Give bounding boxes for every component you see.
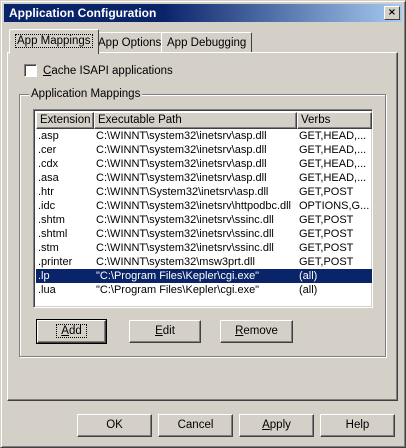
cell-executable-path: C:\WINNT\system32\inetsrv\asp.dll [96, 144, 267, 156]
add-button-label: dd [68, 325, 82, 337]
table-row[interactable]: .cer C:\WINNT\system32\inetsrv\asp.dll G… [36, 143, 372, 157]
cell-verbs: GET,POST [299, 214, 354, 226]
cell-executable-path: C:\WINNT\system32\inetsrv\ssinc.dll [96, 242, 274, 254]
cache-isapi-checkbox[interactable] [24, 64, 37, 77]
cell-extension: .idc [38, 200, 56, 212]
application-mappings-group-label: Application Mappings [29, 87, 143, 101]
cell-extension: .cdx [38, 158, 59, 170]
cell-verbs: GET,POST [299, 186, 354, 198]
tab-app-options[interactable]: App Options [92, 32, 168, 52]
tab-app-options-label: App Options [98, 37, 162, 49]
cell-executable-path: C:\WINNT\system32\inetsrv\asp.dll [96, 158, 267, 170]
tab-app-mappings-label: App Mappings [15, 34, 93, 48]
cell-extension: .htr [38, 186, 54, 198]
mappings-list-header: Extension Executable Path Verbs [36, 112, 372, 129]
table-row[interactable]: .idc C:\WINNT\system32\inetsrv\httpodbc.… [36, 199, 372, 213]
cell-executable-path: C:\WINNT\system32\inetsrv\asp.dll [96, 130, 267, 142]
cell-extension: .printer [38, 256, 73, 268]
apply-button-label: pply [269, 419, 291, 431]
cell-verbs: OPTIONS,G... [299, 200, 370, 212]
tab-app-debugging-label: App Debugging [167, 37, 247, 49]
mappings-list[interactable]: Extension Executable Path Verbs .asp C:\… [33, 109, 373, 308]
remove-button-label: emove [243, 325, 278, 337]
cancel-button[interactable]: Cancel [158, 414, 233, 437]
cell-verbs: GET,POST [299, 242, 354, 254]
cell-verbs: (all) [299, 270, 318, 282]
cell-verbs: GET,HEAD,... [299, 130, 367, 142]
cell-executable-path: C:\WINNT\system32\msw3prt.dll [96, 256, 255, 268]
window-title: Application Configuration [9, 6, 157, 20]
cell-extension: .stm [38, 242, 59, 254]
cell-executable-path: "C:\Program Files\Kepler\cgi.exe" [96, 284, 260, 296]
ok-button[interactable]: OK [77, 414, 152, 437]
cell-executable-path: C:\WINNT\system32\inetsrv\httpodbc.dll [96, 200, 292, 212]
cache-isapi-label[interactable]: Cache ISAPI applications [43, 64, 173, 78]
table-row[interactable]: .shtml C:\WINNT\system32\inetsrv\ssinc.d… [36, 227, 372, 241]
column-header-executable-path[interactable]: Executable Path [94, 112, 297, 129]
cell-verbs: GET,POST [299, 256, 354, 268]
cell-extension: .shtm [38, 214, 65, 226]
cell-extension: .lp [38, 270, 50, 282]
apply-button[interactable]: Apply [239, 414, 314, 437]
title-bar[interactable]: Application Configuration × [4, 4, 402, 22]
column-header-extension[interactable]: Extension [36, 112, 94, 129]
mappings-list-body: .asp C:\WINNT\system32\inetsrv\asp.dll G… [36, 129, 372, 297]
cell-verbs: GET,HEAD,... [299, 158, 367, 170]
cell-executable-path: "C:\Program Files\Kepler\cgi.exe" [96, 270, 260, 282]
edit-button[interactable]: Edit [129, 320, 201, 343]
cell-verbs: GET,HEAD,... [299, 172, 367, 184]
cell-extension: .asp [38, 130, 59, 142]
close-icon[interactable]: × [384, 6, 400, 20]
tab-app-debugging[interactable]: App Debugging [161, 32, 253, 52]
table-row[interactable]: .shtm C:\WINNT\system32\inetsrv\ssinc.dl… [36, 213, 372, 227]
cell-verbs: GET,POST [299, 228, 354, 240]
table-row[interactable]: .lua "C:\Program Files\Kepler\cgi.exe" (… [36, 283, 372, 297]
cell-extension: .cer [38, 144, 57, 156]
cell-verbs: GET,HEAD,... [299, 144, 367, 156]
table-row[interactable]: .asp C:\WINNT\system32\inetsrv\asp.dll G… [36, 129, 372, 143]
help-button[interactable]: Help [320, 414, 395, 437]
table-row[interactable]: .cdx C:\WINNT\system32\inetsrv\asp.dll G… [36, 157, 372, 171]
table-row[interactable]: .stm C:\WINNT\system32\inetsrv\ssinc.dll… [36, 241, 372, 255]
tab-app-mappings[interactable]: App Mappings [9, 29, 99, 54]
cell-extension: .lua [38, 284, 56, 296]
cell-verbs: (all) [299, 284, 318, 296]
table-row-selected[interactable]: .lp "C:\Program Files\Kepler\cgi.exe" (a… [36, 269, 372, 283]
add-button-accel: A [61, 325, 69, 337]
table-row[interactable]: .printer C:\WINNT\system32\msw3prt.dll G… [36, 255, 372, 269]
cell-executable-path: C:\WINNT\system32\inetsrv\asp.dll [96, 172, 267, 184]
apply-button-accel: A [262, 419, 270, 431]
edit-button-accel: E [155, 325, 163, 337]
remove-button[interactable]: Remove [220, 320, 293, 343]
cell-extension: .asa [38, 172, 59, 184]
table-row[interactable]: .asa C:\WINNT\system32\inetsrv\asp.dll G… [36, 171, 372, 185]
edit-button-label: dit [162, 325, 175, 337]
cell-executable-path: C:\WINNT\system32\inetsrv\ssinc.dll [96, 214, 274, 226]
cell-executable-path: C:\WINNT\System32\inetsrv\asp.dll [96, 186, 269, 198]
cache-isapi-label-text: ache ISAPI applications [51, 65, 173, 77]
add-button-focus: Add [56, 324, 87, 338]
add-button[interactable]: Add [36, 319, 107, 344]
cell-executable-path: C:\WINNT\system32\inetsrv\ssinc.dll [96, 228, 274, 240]
table-row[interactable]: .htr C:\WINNT\System32\inetsrv\asp.dll G… [36, 185, 372, 199]
column-header-verbs[interactable]: Verbs [297, 112, 372, 129]
cell-extension: .shtml [38, 228, 68, 240]
